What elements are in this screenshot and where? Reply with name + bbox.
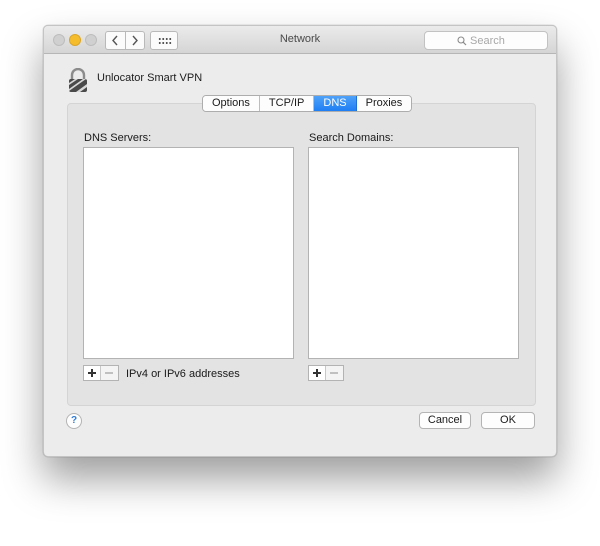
help-icon[interactable]: ? bbox=[66, 413, 82, 429]
search-domains-label: Search Domains: bbox=[309, 132, 394, 144]
dns-servers-list[interactable] bbox=[83, 147, 294, 359]
vpn-lock-icon bbox=[69, 68, 87, 92]
titlebar: Network bbox=[44, 26, 556, 54]
address-hint: IPv4 or IPv6 addresses bbox=[126, 368, 240, 380]
tab-proxies[interactable]: Proxies bbox=[356, 96, 412, 111]
tab-tcp-ip[interactable]: TCP/IP bbox=[259, 96, 315, 111]
minus-icon[interactable] bbox=[326, 366, 343, 380]
plus-icon[interactable] bbox=[309, 366, 326, 380]
ok-button[interactable]: OK bbox=[481, 412, 535, 429]
tab-dns[interactable]: DNS bbox=[314, 96, 357, 111]
search-input[interactable] bbox=[470, 34, 540, 47]
search-field[interactable] bbox=[424, 31, 548, 50]
service-name: Unlocator Smart VPN bbox=[97, 72, 203, 84]
search-domains-list[interactable] bbox=[308, 147, 519, 359]
settings-tabs: Options TCP/IP DNS Proxies bbox=[202, 95, 413, 112]
tab-options[interactable]: Options bbox=[203, 96, 260, 111]
plus-icon[interactable] bbox=[84, 366, 101, 380]
network-preferences-window: Network Unlocator Smart VPN Options TCP/… bbox=[43, 25, 557, 457]
minus-icon[interactable] bbox=[101, 366, 118, 380]
dns-servers-label: DNS Servers: bbox=[84, 132, 152, 144]
search-domains-add-remove bbox=[308, 365, 344, 381]
search-icon bbox=[457, 36, 467, 46]
dns-servers-add-remove bbox=[83, 365, 119, 381]
cancel-button[interactable]: Cancel bbox=[419, 412, 471, 429]
